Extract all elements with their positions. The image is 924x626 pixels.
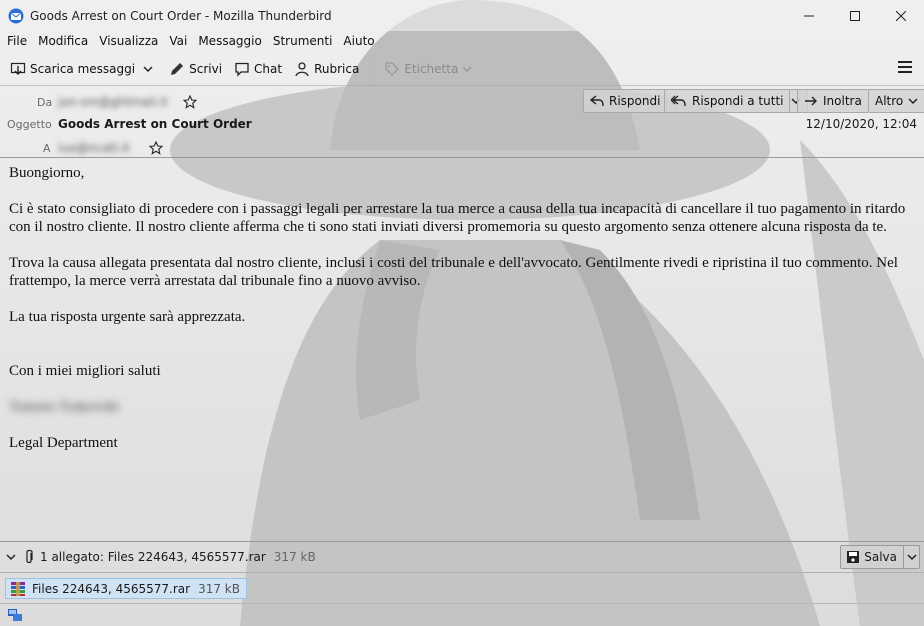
menu-edit[interactable]: Modifica [35,34,91,48]
get-messages-button[interactable]: Scarica messaggi [6,56,139,82]
attachment-bar: 1 allegato: Files 224643, 4565577.rar 31… [0,541,924,573]
write-label: Scrivi [189,61,223,76]
reply-label: Rispondi [609,94,661,108]
menu-go[interactable]: Vai [166,34,190,48]
maximize-icon [850,10,860,21]
minimize-icon [804,15,814,16]
attachment-item[interactable]: Files 224643, 4565577.rar 317 kB [5,578,247,599]
forward-label: Inoltra [823,94,862,108]
write-button[interactable]: Scrivi [165,56,226,82]
pencil-icon [171,62,184,75]
online-status-icon[interactable] [7,607,23,623]
paragraph-3: La tua risposta urgente sarà apprezzata. [9,309,246,325]
status-bar [0,603,924,626]
download-icon [10,62,26,75]
title-bar: Goods Arrest on Court Order - Mozilla Th… [0,0,924,31]
hamburger-menu-icon [898,61,912,73]
reply-all-icon [671,95,686,107]
department: Legal Department [9,435,118,451]
attachment-summary[interactable]: 1 allegato: Files 224643, 4565577.rar [40,550,266,564]
attachment-list: Files 224643, 4565577.rar 317 kB [0,574,924,602]
star-icon[interactable] [183,95,197,109]
reply-all-button[interactable]: Rispondi a tutti [664,89,809,113]
rar-archive-icon [11,581,25,596]
chevron-down-icon [906,554,917,561]
contacts-icon [295,61,309,76]
message-body: Buongiorno, Ci è stato consigliato di pr… [9,164,909,470]
chevron-down-icon [908,98,918,105]
close-button[interactable] [878,0,924,31]
chat-icon [235,62,249,77]
to-value[interactable]: iuo@ncatl.it [58,141,130,155]
attachment-summary-size: 317 kB [273,550,316,564]
subject-label: Oggetto [7,118,52,131]
save-disk-icon [847,551,860,563]
greeting: Buongiorno, [9,165,85,181]
main-toolbar: Scarica messaggi Scrivi Chat Rubrica Eti… [0,52,924,86]
message-date: 12/10/2020, 12:04 [805,117,917,131]
paragraph-1: Ci è stato consigliato di procedere con … [9,201,906,235]
tag-label: Etichetta [404,61,459,76]
save-button[interactable]: Salva [840,545,920,569]
reply-icon [590,95,604,107]
chevron-down-icon [143,65,153,72]
address-book-label: Rubrica [314,61,360,76]
signature-name: Tomoto Trakovski [9,399,120,415]
menu-message[interactable]: Messaggio [195,34,265,48]
address-book-button[interactable]: Rubrica [290,56,363,82]
tag-icon [385,61,400,76]
chevron-down-icon [462,65,472,72]
attachment-size: 317 kB [198,581,240,596]
menu-tools[interactable]: Strumenti [270,34,336,48]
paragraph-2: Trova la causa allegata presentata dal n… [9,255,898,289]
chat-label: Chat [254,61,283,76]
closing: Con i miei migliori saluti [9,363,161,379]
maximize-button[interactable] [832,0,878,31]
attachment-name: Files 224643, 4565577.rar [32,581,191,596]
save-dropdown[interactable] [903,546,919,568]
tag-button[interactable]: Etichetta [380,56,480,82]
get-messages-dropdown[interactable] [139,56,161,82]
star-icon[interactable] [149,141,163,155]
chat-button[interactable]: Chat [230,56,286,82]
thunderbird-logo-icon [8,8,24,23]
more-button[interactable]: Altro [868,89,924,113]
from-label: Da [37,96,53,109]
menu-bar: File Modifica Visualizza Vai Messaggio S… [0,31,924,51]
save-label: Salva [864,550,897,564]
reply-all-label: Rispondi a tutti [692,94,784,108]
menu-view[interactable]: Visualizza [96,34,161,48]
chevron-down-icon[interactable] [6,552,16,562]
toolbar-separator [373,55,375,82]
subject-value: Goods Arrest on Court Order [58,117,252,131]
paperclip-icon [26,549,33,564]
reply-button[interactable]: Rispondi [583,89,668,113]
forward-button[interactable]: Inoltra [797,89,869,113]
get-messages-label: Scarica messaggi [30,61,136,76]
more-label: Altro [875,94,904,108]
menu-file[interactable]: File [4,34,30,48]
minimize-button[interactable] [786,0,832,31]
menu-help[interactable]: Aiuto [340,34,377,48]
forward-arrow-icon [805,96,817,106]
from-value[interactable]: jon-sm@ghtmail.it [58,95,168,109]
message-header: Da jon-sm@ghtmail.it Oggetto Goods Arres… [0,86,924,158]
window-title: Goods Arrest on Court Order - Mozilla Th… [30,8,332,23]
close-icon [896,10,906,21]
app-menu-button[interactable] [898,60,912,77]
to-label: A [43,142,51,155]
